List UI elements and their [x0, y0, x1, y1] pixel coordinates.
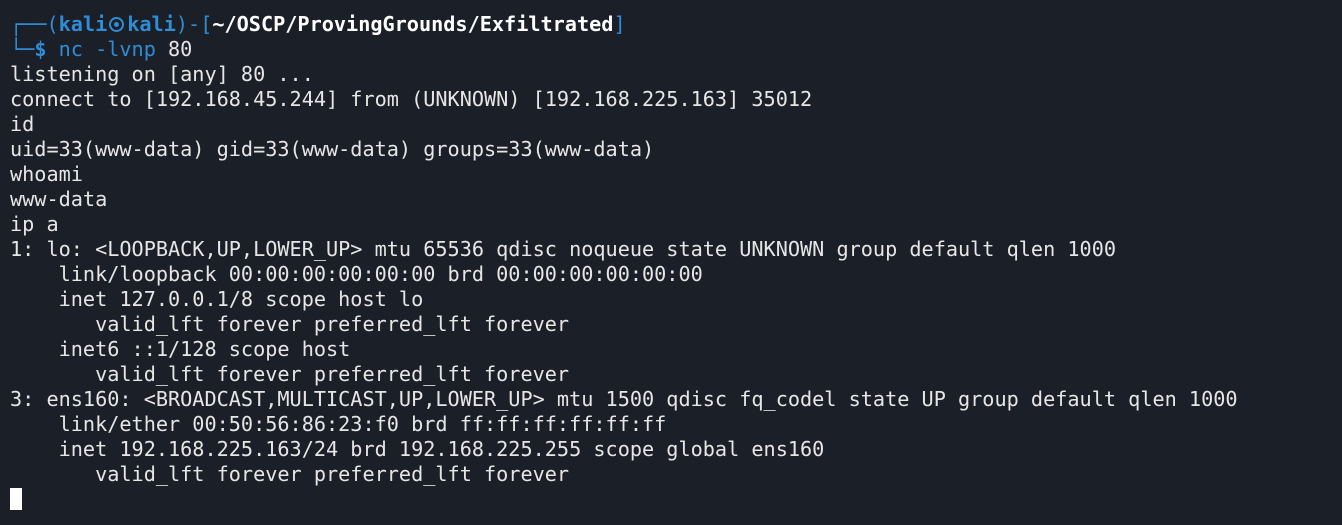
- prompt-dash: -: [188, 12, 201, 36]
- prompt-close-paren: ): [175, 12, 189, 36]
- prompt-path: ~/OSCP/ProvingGrounds/Exfiltrated: [212, 12, 614, 36]
- prompt-open-bracket: [: [200, 12, 213, 36]
- output-line: link/ether 00:50:56:86:23:f0 brd ff:ff:f…: [10, 412, 667, 436]
- prompt-close-bracket: ]: [613, 12, 626, 36]
- output-line: inet6 ::1/128 scope host: [10, 337, 351, 361]
- cursor-line[interactable]: [10, 487, 1342, 512]
- prompt-symbol: $: [34, 37, 47, 61]
- output-line: whoami: [10, 162, 83, 186]
- output-line: link/loopback 00:00:00:00:00:00 brd 00:0…: [10, 262, 703, 286]
- output-line: valid_lft forever preferred_lft forever: [10, 462, 570, 486]
- command-port: 80: [168, 37, 193, 61]
- output-line: valid_lft forever preferred_lft forever: [10, 312, 570, 336]
- output-line: uid=33(www-data) gid=33(www-data) groups…: [10, 137, 655, 161]
- output-line: inet 192.168.225.163/24 brd 192.168.225.…: [10, 437, 825, 461]
- prompt-corner-top: ┌──: [10, 12, 47, 36]
- prompt-user: kali: [58, 12, 108, 36]
- command-args: -lvnp: [95, 37, 156, 61]
- command-name: nc: [58, 37, 83, 61]
- output-line: connect to [192.168.45.244] from (UNKNOW…: [10, 87, 813, 111]
- output-line: inet 127.0.0.1/8 scope host lo: [10, 287, 424, 311]
- kali-skull-icon: [109, 17, 125, 32]
- output-line: 3: ens160: <BROADCAST,MULTICAST,UP,LOWER…: [10, 387, 1238, 411]
- output-line: ip a: [10, 212, 59, 236]
- output-line: id: [10, 112, 35, 136]
- prompt-line-top: ┌──(kali kali)-[~/OSCP/ProvingGrounds/Exf…: [10, 12, 1342, 37]
- terminal-window[interactable]: ┌──(kali kali)-[~/OSCP/ProvingGrounds/Exf…: [0, 0, 1342, 525]
- output-line: 1: lo: <LOOPBACK,UP,LOWER_UP> mtu 65536 …: [10, 237, 1117, 261]
- output-line: www-data: [10, 187, 108, 211]
- output-line: listening on [any] 80 ...: [10, 62, 314, 86]
- prompt-host: kali: [127, 12, 176, 36]
- terminal-cursor[interactable]: [10, 488, 22, 510]
- prompt-corner-bottom: └─: [10, 37, 35, 61]
- terminal-output: listening on [any] 80 ... connect to [192…: [10, 62, 1342, 487]
- prompt-line-bottom: └─$ nc -lvnp 80: [10, 37, 1342, 62]
- prompt-open-paren: (: [46, 12, 59, 36]
- output-line: valid_lft forever preferred_lft forever: [10, 362, 570, 386]
